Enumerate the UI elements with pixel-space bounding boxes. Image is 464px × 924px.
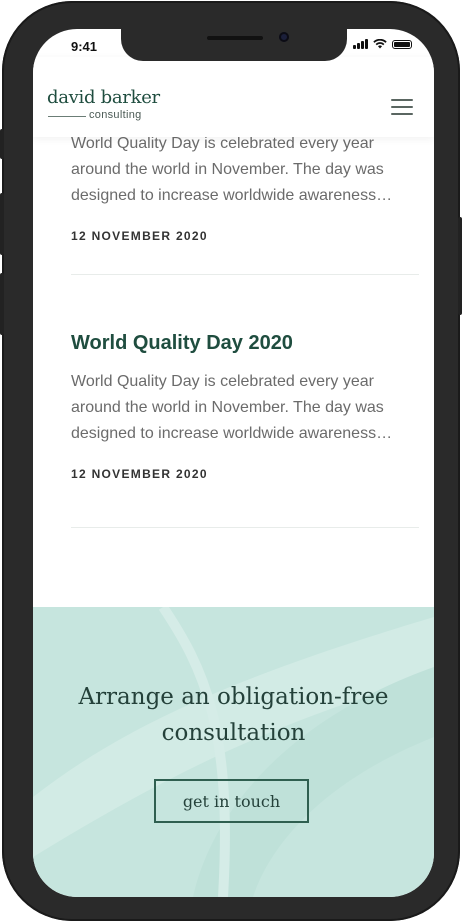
consultation-cta: Arrange an obligation-free consultation … (33, 607, 434, 897)
cta-heading-line: consultation (161, 720, 306, 746)
post-item[interactable]: World Quality Day is celebrated every ye… (71, 131, 419, 243)
signal-icon (353, 39, 368, 49)
battery-icon (392, 40, 412, 49)
hamburger-menu-icon[interactable] (391, 99, 413, 115)
post-date: 12 NOVEMBER 2020 (71, 229, 208, 243)
cta-heading: Arrange an obligation-free consultation (33, 679, 434, 751)
site-header: david barker consulting (33, 57, 434, 137)
post-excerpt: World Quality Day is celebrated every ye… (71, 373, 393, 442)
screen: 9:41 World Quality Day is celebrated eve… (33, 29, 434, 897)
status-time: 9:41 (71, 39, 98, 54)
post-divider (71, 274, 419, 275)
logo-divider-line (48, 116, 86, 117)
logo-wordmark[interactable]: david barker (47, 87, 160, 108)
post-excerpt: World Quality Day is celebrated every ye… (71, 135, 393, 204)
cta-background-waves (33, 607, 434, 897)
front-camera (279, 32, 289, 42)
cta-heading-line: Arrange an obligation-free (78, 684, 389, 710)
post-item[interactable]: World Quality Day 2020 World Quality Day… (71, 332, 419, 481)
mute-switch (0, 129, 4, 159)
power-button (458, 217, 462, 315)
wifi-icon (373, 39, 387, 49)
volume-down-button (0, 273, 4, 335)
status-icons (353, 39, 412, 49)
phone-frame: 9:41 World Quality Day is celebrated eve… (0, 1, 462, 921)
notch (121, 29, 347, 61)
post-divider (71, 527, 419, 528)
volume-up-button (0, 193, 4, 255)
logo-tagline: consulting (89, 109, 142, 121)
post-date: 12 NOVEMBER 2020 (71, 467, 208, 481)
speaker-grille (207, 36, 263, 40)
get-in-touch-button[interactable]: get in touch (154, 779, 309, 823)
post-title[interactable]: World Quality Day 2020 (71, 332, 419, 355)
